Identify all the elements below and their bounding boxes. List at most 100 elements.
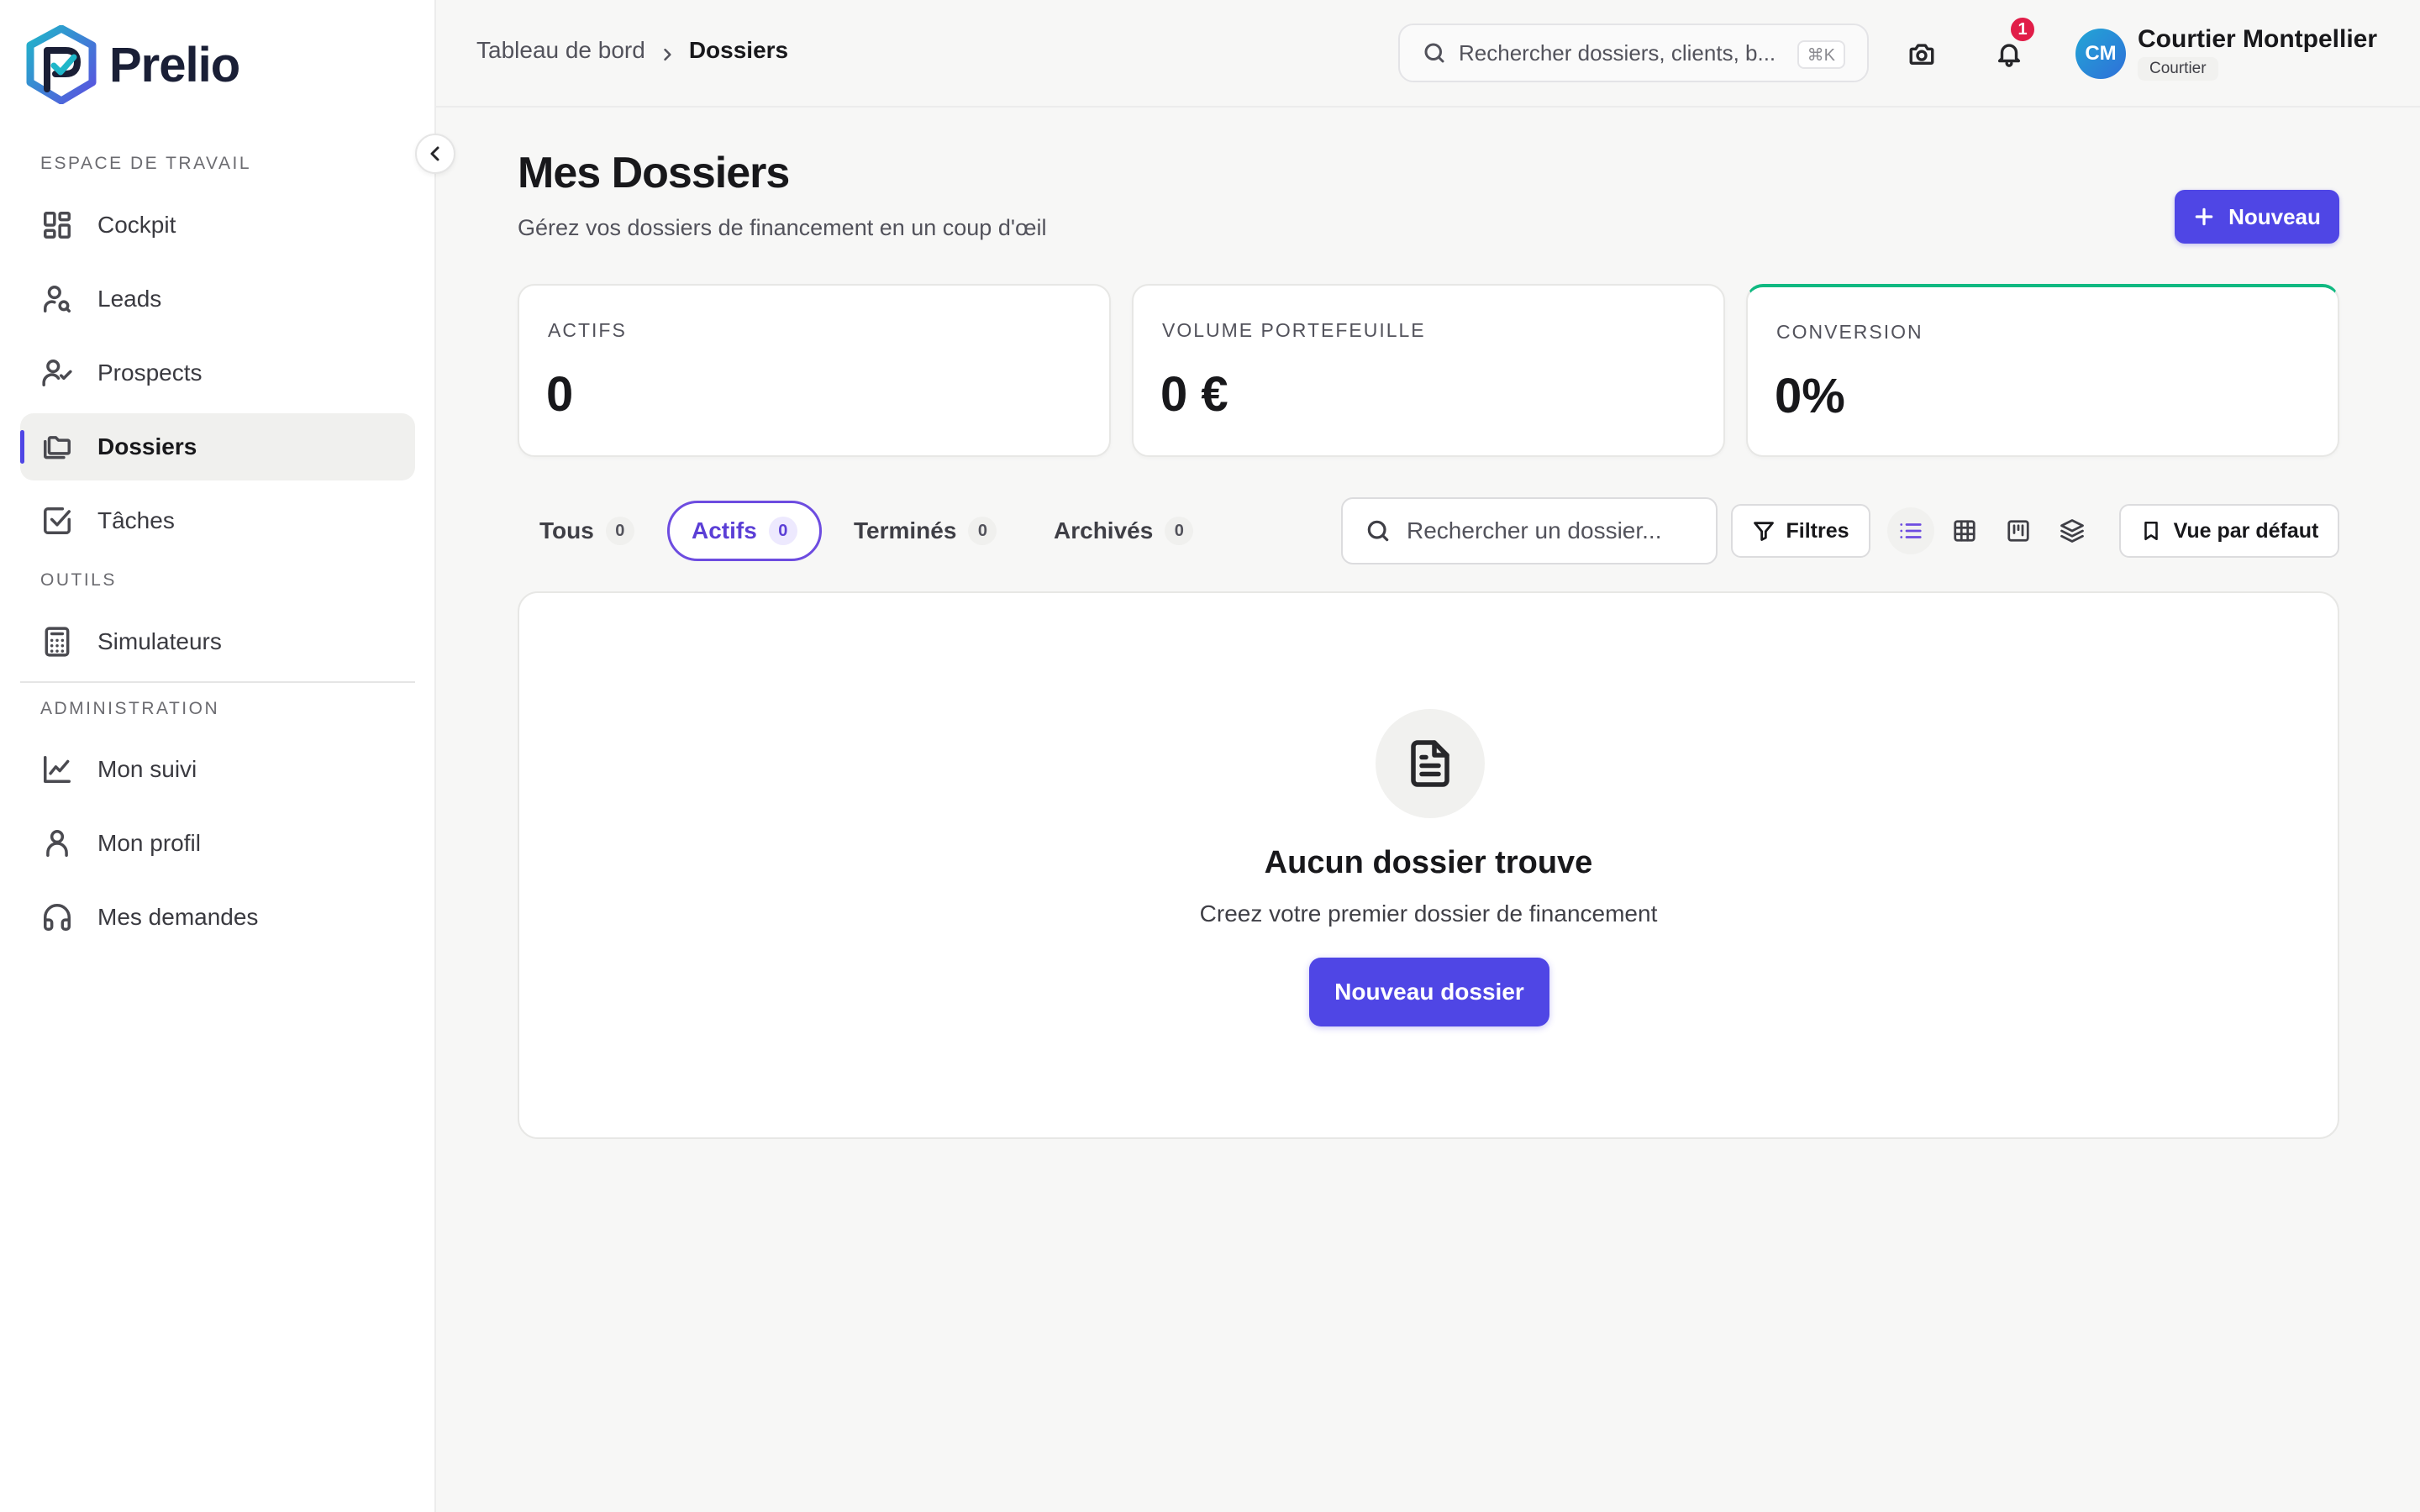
- table-view-icon: [1954, 520, 1975, 542]
- app-root: Prelio ESPACE DE TRAVAIL Cockpit Leads P…: [0, 0, 2420, 1512]
- avatar[interactable]: CM: [2075, 29, 2126, 79]
- chevron-left-icon: [430, 146, 439, 161]
- new-dossier-button[interactable]: Nouveau: [2175, 190, 2339, 244]
- line-chart-icon: [40, 753, 74, 786]
- sidebar-item-mon-suivi[interactable]: Mon suivi: [20, 736, 415, 803]
- sidebar-item-label: Mon profil: [97, 830, 201, 856]
- section-label-admin: ADMINISTRATION: [40, 699, 220, 718]
- sidebar-item-cockpit[interactable]: Cockpit: [20, 192, 415, 259]
- empty-state-subtitle: Creez votre premier dossier de financeme…: [1199, 900, 1658, 927]
- breadcrumb: Tableau de bord Dossiers: [476, 37, 788, 64]
- user-icon: [40, 827, 74, 860]
- prelio-logo-icon: [26, 25, 97, 104]
- tab-count-badge: 0: [768, 517, 797, 545]
- breadcrumb-link-tableau-de-bord[interactable]: Tableau de bord: [476, 37, 645, 64]
- layers-view-button[interactable]: [2049, 507, 2096, 554]
- camera-icon: [1909, 44, 1934, 66]
- new-button-label: Nouveau: [2228, 203, 2321, 229]
- stat-value: 0%: [1775, 369, 1845, 423]
- tab-count-badge: 0: [968, 517, 997, 545]
- sidebar-divider: [20, 681, 415, 683]
- tab-label: Archivés: [1054, 517, 1154, 543]
- folders-icon: [40, 430, 74, 464]
- stat-label: VOLUME PORTEFEUILLE: [1162, 319, 1426, 341]
- page-title: Mes Dossiers: [518, 149, 790, 197]
- stat-card-conversion: CONVERSION 0%: [1746, 284, 2339, 457]
- stat-label: CONVERSION: [1776, 321, 1923, 343]
- breadcrumb-current: Dossiers: [688, 37, 789, 63]
- tab-label: Actifs: [692, 517, 757, 543]
- user-name[interactable]: Courtier Montpellier: [2138, 25, 2377, 54]
- sidebar-item-leads[interactable]: Leads: [20, 265, 415, 333]
- table-view-button[interactable]: [1941, 507, 1988, 554]
- notification-count-badge: 1: [2008, 15, 2037, 44]
- headphones-icon: [40, 900, 74, 934]
- checkbox-icon: [40, 504, 74, 538]
- global-search-input[interactable]: Rechercher dossiers, clients, b... ⌘K: [1398, 24, 1869, 82]
- sidebar: Prelio ESPACE DE TRAVAIL Cockpit Leads P…: [0, 0, 436, 1512]
- dossier-search-placeholder: Rechercher un dossier...: [1407, 517, 1662, 543]
- dossier-search-input[interactable]: Rechercher un dossier...: [1341, 497, 1718, 564]
- sidebar-item-label: Dossiers: [97, 433, 197, 459]
- sidebar-item-mes-demandes[interactable]: Mes demandes: [20, 884, 415, 951]
- brand-name: Prelio: [109, 37, 240, 92]
- plus-icon: [2195, 207, 2213, 226]
- section-label-workspace: ESPACE DE TRAVAIL: [40, 154, 252, 173]
- user-role-badge: Courtier: [2138, 57, 2218, 81]
- sidebar-item-label: Cockpit: [97, 212, 176, 238]
- page-subtitle: Gérez vos dossiers de financement en un …: [518, 215, 1047, 240]
- chevron-right-icon: [659, 42, 676, 61]
- empty-state-title: Aucun dossier trouve: [1264, 845, 1593, 880]
- tab-archives[interactable]: Archivés 0: [1032, 501, 1215, 561]
- default-view-button[interactable]: Vue par défaut: [2119, 504, 2339, 558]
- bell-icon: [1997, 44, 2021, 67]
- section-label-tools: OUTILS: [40, 570, 117, 590]
- sidebar-item-label: Mon suivi: [97, 756, 197, 782]
- stat-card-actifs: ACTIFS 0: [518, 284, 1111, 457]
- filter-icon: [1754, 522, 1775, 541]
- search-icon: [1367, 520, 1389, 542]
- sidebar-item-label: Prospects: [97, 360, 203, 386]
- stat-card-volume-portefeuille: VOLUME PORTEFEUILLE 0 €: [1132, 284, 1725, 457]
- sidebar-item-taches[interactable]: Tâches: [20, 487, 415, 554]
- sidebar-item-label: Simulateurs: [97, 628, 222, 654]
- dashboard-icon: [40, 208, 74, 242]
- layers-view-icon: [2060, 519, 2084, 543]
- tab-label: Tous: [539, 517, 594, 543]
- list-view-icon: [1900, 523, 1922, 538]
- list-view-button[interactable]: [1887, 507, 1934, 554]
- default-view-label: Vue par défaut: [2173, 518, 2319, 543]
- dossiers-list-panel: Aucun dossier trouve Creez votre premier…: [518, 591, 2339, 1139]
- kanban-view-icon: [2007, 520, 2029, 542]
- document-icon: [1376, 709, 1485, 818]
- search-shortcut-badge: ⌘K: [1797, 40, 1845, 69]
- sidebar-item-prospects[interactable]: Prospects: [20, 339, 415, 407]
- tab-actifs[interactable]: Actifs 0: [667, 501, 822, 561]
- filters-button[interactable]: Filtres: [1731, 504, 1870, 558]
- tab-count-badge: 0: [1165, 517, 1194, 545]
- global-search-placeholder: Rechercher dossiers, clients, b...: [1459, 39, 1776, 66]
- sidebar-item-simulateurs[interactable]: Simulateurs: [20, 608, 415, 675]
- search-icon: [1422, 40, 1447, 66]
- tab-termines[interactable]: Terminés 0: [832, 501, 1018, 561]
- sidebar-item-label: Mes demandes: [97, 904, 259, 930]
- user-search-icon: [40, 282, 74, 316]
- bookmark-icon: [2144, 521, 2158, 541]
- calculator-icon: [40, 625, 74, 659]
- brand-logo[interactable]: Prelio: [25, 25, 240, 104]
- view-mode-toggle: [1887, 502, 2102, 559]
- camera-button[interactable]: [1902, 34, 1942, 74]
- tab-tous[interactable]: Tous 0: [518, 501, 656, 561]
- user-check-icon: [40, 356, 74, 390]
- kanban-view-button[interactable]: [1995, 507, 2042, 554]
- new-dossier-empty-button[interactable]: Nouveau dossier: [1309, 958, 1549, 1026]
- sidebar-item-dossiers[interactable]: Dossiers: [20, 413, 415, 480]
- tab-count-badge: 0: [605, 517, 634, 545]
- stat-label: ACTIFS: [548, 319, 627, 341]
- sidebar-item-mon-profil[interactable]: Mon profil: [20, 810, 415, 877]
- collapse-sidebar-button[interactable]: [415, 134, 455, 174]
- sidebar-item-label: Leads: [97, 286, 162, 312]
- tab-label: Terminés: [854, 517, 957, 543]
- stat-value: 0 €: [1160, 367, 1228, 422]
- sidebar-item-label: Tâches: [97, 507, 175, 533]
